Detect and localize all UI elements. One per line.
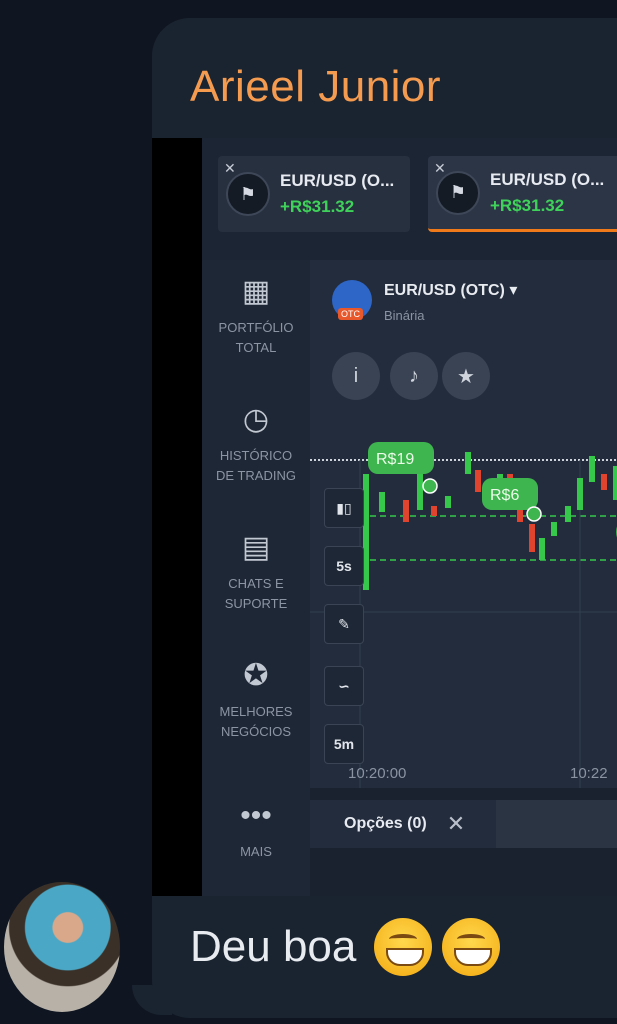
candle bbox=[431, 506, 437, 516]
asset-tab[interactable]: ✕ ⚑ EUR/USD (O... +R$31.32 bbox=[218, 156, 410, 232]
timeframe-5s-button[interactable]: 5s bbox=[324, 546, 364, 586]
candle bbox=[613, 466, 617, 500]
trade-label: R$19 bbox=[376, 451, 414, 468]
tab-options[interactable]: Opções (0) ✕ bbox=[310, 800, 496, 848]
candle bbox=[445, 496, 451, 508]
candle bbox=[475, 470, 481, 492]
sidebar-item-best-deals[interactable]: ✪ MELHORES NEGÓCIOS bbox=[202, 658, 310, 742]
time-label: 10:22 bbox=[570, 765, 608, 782]
asset-tab-profit: +R$31.32 bbox=[490, 195, 565, 215]
sidebar-item-portfolio[interactable]: ▦ PORTFÓLIO TOTAL bbox=[202, 274, 310, 358]
chat-view: Arieel Junior ✕ ⚑ EUR/USD (O... +R$31.32… bbox=[0, 0, 617, 1024]
candle bbox=[589, 456, 595, 482]
sidebar-item-label: MAIS bbox=[240, 844, 272, 859]
timeframe-5m-button[interactable]: 5m bbox=[324, 724, 364, 764]
sidebar-item-label: SUPORTE bbox=[224, 596, 288, 611]
sender-name[interactable]: Arieel Junior bbox=[190, 62, 441, 112]
chat-icon: ▤ bbox=[241, 531, 271, 564]
flag-icon: ⚑ bbox=[226, 172, 270, 216]
flag-icon: ⚑ bbox=[436, 170, 480, 215]
sidebar-item-label: DE TRADING bbox=[216, 468, 296, 483]
asset-tab-name: EUR/USD (O... bbox=[490, 169, 605, 189]
asset-tabs-bar: ✕ ⚑ EUR/USD (O... +R$31.32 ✕ ⚑ EUR/USD (… bbox=[202, 138, 617, 258]
sidebar-item-history[interactable]: ◷ HISTÓRICO DE TRADING bbox=[202, 402, 310, 486]
bottom-options-bar: Opções (0) ✕ bbox=[310, 788, 617, 896]
trade-marker-icon bbox=[526, 506, 542, 522]
trade-marker-icon bbox=[422, 478, 438, 494]
more-dots-icon: ••• bbox=[240, 799, 272, 832]
close-tab-icon[interactable]: ✕ bbox=[434, 160, 446, 177]
trading-chart-area[interactable]: OTC EUR/USD (OTC) ▾ Binária i ♪ ★ R$19 R… bbox=[310, 260, 617, 788]
trade-label: R$6 bbox=[490, 487, 519, 504]
sidebar-item-label: NEGÓCIOS bbox=[220, 724, 292, 739]
close-icon[interactable]: ✕ bbox=[447, 811, 465, 837]
candle bbox=[417, 474, 423, 510]
asset-tab-active[interactable]: ✕ ⚑ EUR/USD (O... +R$31.32 bbox=[428, 156, 617, 232]
message-text: Deu boa bbox=[190, 918, 501, 976]
sidebar-item-label: CHATS E bbox=[228, 576, 284, 591]
grinning-face-emoji bbox=[374, 918, 433, 976]
candle bbox=[601, 474, 607, 490]
candle bbox=[577, 478, 583, 510]
candle bbox=[551, 522, 557, 536]
clock-icon: ◷ bbox=[242, 403, 270, 436]
candle bbox=[529, 524, 535, 552]
candle bbox=[565, 506, 571, 522]
sidebar-item-chats[interactable]: ▤ CHATS E SUPORTE bbox=[202, 530, 310, 614]
screenshot-black-border bbox=[152, 138, 202, 896]
close-tab-icon[interactable]: ✕ bbox=[224, 160, 236, 177]
candle bbox=[465, 452, 471, 474]
sidebar-item-label: HISTÓRICO bbox=[219, 448, 293, 463]
message-bubble[interactable]: Arieel Junior ✕ ⚑ EUR/USD (O... +R$31.32… bbox=[152, 18, 617, 1018]
grinning-face-emoji bbox=[442, 918, 501, 976]
briefcase-icon: ▦ bbox=[241, 275, 271, 308]
message-text-body: Deu boa bbox=[190, 922, 357, 971]
attached-screenshot[interactable]: ✕ ⚑ EUR/USD (O... +R$31.32 ✕ ⚑ EUR/USD (… bbox=[152, 138, 617, 896]
candles-icon[interactable]: ▮▯ bbox=[324, 488, 364, 528]
options-tab-spacer bbox=[496, 800, 617, 848]
pencil-icon[interactable]: ✎ bbox=[324, 604, 364, 644]
sidebar-item-label: TOTAL bbox=[235, 340, 277, 355]
candle bbox=[539, 538, 545, 560]
candle bbox=[403, 500, 409, 522]
sidebar-item-label: PORTFÓLIO bbox=[218, 320, 294, 335]
avatar[interactable] bbox=[4, 882, 120, 1012]
trading-sidebar: ▦ PORTFÓLIO TOTAL ◷ HISTÓRICO DE TRADING… bbox=[202, 260, 310, 896]
candle bbox=[379, 492, 385, 512]
sidebar-item-label: MELHORES bbox=[219, 704, 293, 719]
time-label: 10:20:00 bbox=[348, 765, 406, 782]
asset-tab-profit: +R$31.32 bbox=[280, 197, 355, 216]
asset-tab-name: EUR/USD (O... bbox=[280, 171, 395, 190]
medal-icon: ✪ bbox=[243, 659, 269, 692]
options-tab-label: Opções (0) bbox=[344, 815, 427, 832]
sidebar-item-more[interactable]: ••• MAIS bbox=[202, 798, 310, 862]
indicator-icon[interactable]: ∽ bbox=[324, 666, 364, 706]
